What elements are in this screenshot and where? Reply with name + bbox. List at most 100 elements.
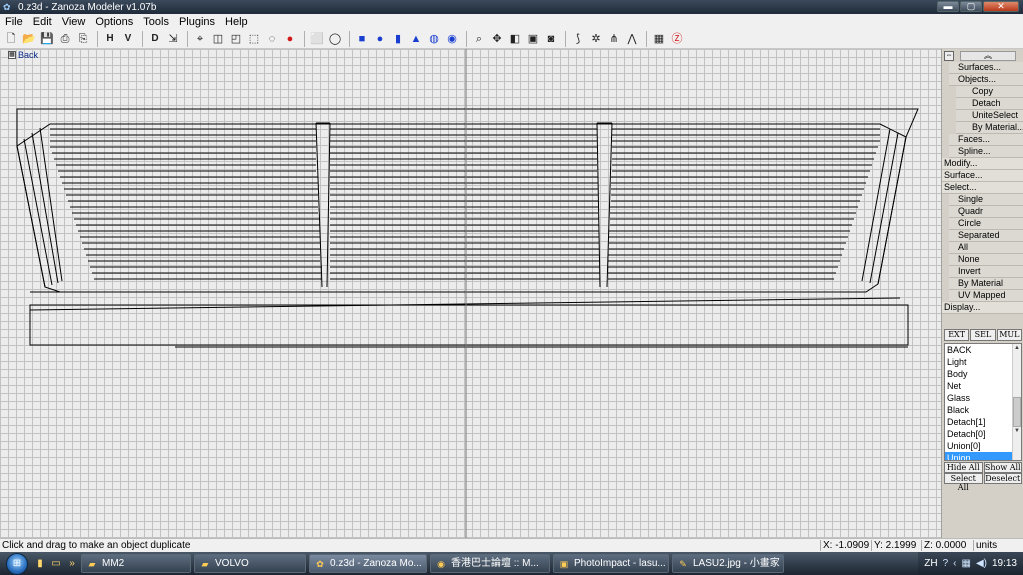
view-all-icon[interactable]: ▣ [525,31,541,47]
material-item[interactable]: Detach[1] [945,416,1021,428]
cube-icon[interactable]: ⬚ [246,31,262,47]
select-circle-icon[interactable]: ◯ [327,31,343,47]
red-sphere-icon[interactable]: ● [282,31,298,47]
pan-icon[interactable]: ✥ [489,31,505,47]
viewport-label[interactable]: ▦ Back [8,50,38,60]
operation-item[interactable]: By Material... [956,122,1023,134]
show-desktop-icon[interactable]: ▭ [50,558,62,570]
v-button[interactable]: V [120,31,136,47]
operation-item[interactable]: Surface... [942,170,1023,182]
tab-sel[interactable]: SEL [970,329,996,341]
material-list-scrollbar[interactable]: ▲ ▼ [1012,344,1021,460]
cone-primitive-icon[interactable]: ▲ [408,31,424,47]
stretch-icon[interactable]: ⋀ [624,31,640,47]
material-item[interactable]: Detach[0] [945,428,1021,440]
material-item[interactable]: BACK [945,344,1021,356]
hide-all-button[interactable]: Hide All [944,462,983,473]
sphere-icon[interactable]: ◌ [264,31,280,47]
quick-launch-more-icon[interactable]: » [66,558,78,570]
operation-item[interactable]: UniteSelect [956,110,1023,122]
operation-item[interactable]: Faces... [949,134,1023,146]
taskbar-button[interactable]: ✎ LASU2.jpg - 小畫家 [672,554,784,573]
cylinder-primitive-icon[interactable]: ▮ [390,31,406,47]
move-icon[interactable]: ⌖ [192,31,208,47]
material-item[interactable]: Body [945,368,1021,380]
material-item[interactable]: Light [945,356,1021,368]
menu-options[interactable]: Options [90,16,138,28]
taskbar-button[interactable]: ▰ MM2 [81,554,191,573]
material-item[interactable]: Union[0] [945,440,1021,452]
print-icon[interactable]: ⎘ [75,31,91,47]
zoom-icon[interactable]: ⌕ [471,31,487,47]
back-viewport[interactable]: ▦ Back [0,49,941,538]
operation-item[interactable]: Select... [942,182,1023,194]
h-button[interactable]: H [102,31,118,47]
select-all-button[interactable]: Select All [944,473,983,492]
save-icon[interactable]: 💾 [39,31,55,47]
material-item[interactable]: Net [945,380,1021,392]
operation-item[interactable]: Separated [949,230,1023,242]
help-icon[interactable]: ? [943,558,949,569]
scroll-up-icon[interactable]: ▲ [1013,344,1021,353]
operation-item[interactable]: Copy [956,86,1023,98]
material-list[interactable]: BACK Light Body Net Glass Black Detach[1] Detac… [944,343,1022,461]
operation-item[interactable]: Quadr [949,206,1023,218]
network-icon[interactable]: ▦ [961,558,970,569]
collapse-chevron-icon[interactable]: ︽ [960,51,1016,61]
viewport-menu-icon[interactable]: ▦ [8,51,16,59]
operation-item[interactable]: Modify... [942,158,1023,170]
input-language[interactable]: ZH [924,558,937,569]
open-folder-icon[interactable]: 📂 [21,31,37,47]
operation-item[interactable]: Detach [956,98,1023,110]
material-item[interactable]: Union [945,452,1021,460]
d-button[interactable]: D [147,31,163,47]
menu-plugins[interactable]: Plugins [174,16,220,28]
menu-tools[interactable]: Tools [138,16,174,28]
camera-icon[interactable]: ◙ [543,31,559,47]
save-as-icon[interactable]: ⎙ [57,31,73,47]
volume-icon[interactable]: ◀) [976,558,987,569]
panel-pin-icon[interactable]: ⇔ [944,51,954,61]
sphere-primitive-icon[interactable]: ● [372,31,388,47]
operation-item[interactable]: UV Mapped [949,290,1023,302]
disc-primitive-icon[interactable]: ◉ [444,31,460,47]
menu-file[interactable]: File [0,16,28,28]
box-primitive-icon[interactable]: ■ [354,31,370,47]
menu-view[interactable]: View [57,16,91,28]
show-all-button[interactable]: Show All [983,462,1022,473]
operation-item[interactable]: Circle [949,218,1023,230]
taskbar-button[interactable]: ✿ 0.z3d - Zanoza Mo... [309,554,427,573]
select-box-icon[interactable]: ⬜ [309,31,325,47]
operation-item[interactable]: Single [949,194,1023,206]
material-item[interactable]: Black [945,404,1021,416]
tab-mul[interactable]: MUL [996,329,1022,341]
operation-item[interactable]: Display... [942,302,1023,314]
menu-edit[interactable]: Edit [28,16,57,28]
operation-item[interactable]: Objects... [949,74,1023,86]
taskbar-button[interactable]: ▣ PhotoImpact - lasu... [553,554,669,573]
start-button[interactable]: ⊞ [6,552,28,575]
material-item[interactable]: Glass [945,392,1021,404]
close-button[interactable]: ✕ [983,1,1019,12]
tray-expand-icon[interactable]: ‹ [953,558,956,569]
operation-item[interactable]: All [949,242,1023,254]
scale-icon[interactable]: ◰ [228,31,244,47]
z-icon[interactable]: Ⓩ [669,31,685,47]
maximize-button[interactable]: ▢ [960,1,982,12]
torus-primitive-icon[interactable]: ◍ [426,31,442,47]
operation-item[interactable]: None [949,254,1023,266]
operation-item[interactable]: Spline... [949,146,1023,158]
view-front-icon[interactable]: ◧ [507,31,523,47]
minimize-button[interactable]: ▬ [937,1,959,12]
deselect-button[interactable]: Deselect [983,473,1022,484]
twist-icon[interactable]: ✲ [588,31,604,47]
taskbar-button[interactable]: ▰ VOLVO [194,554,306,573]
explorer-icon[interactable]: ▮ [34,558,46,570]
operation-item[interactable]: Invert [949,266,1023,278]
scroll-down-icon[interactable]: ▼ [1013,427,1021,436]
operation-item[interactable]: By Material [949,278,1023,290]
menu-help[interactable]: Help [220,16,253,28]
pick-mode-icon[interactable]: ⇲ [165,31,181,47]
new-file-icon[interactable]: 🗋 [3,31,19,47]
taskbar-button[interactable]: ◉ 香港巴士論壇 :: M... [430,554,550,573]
